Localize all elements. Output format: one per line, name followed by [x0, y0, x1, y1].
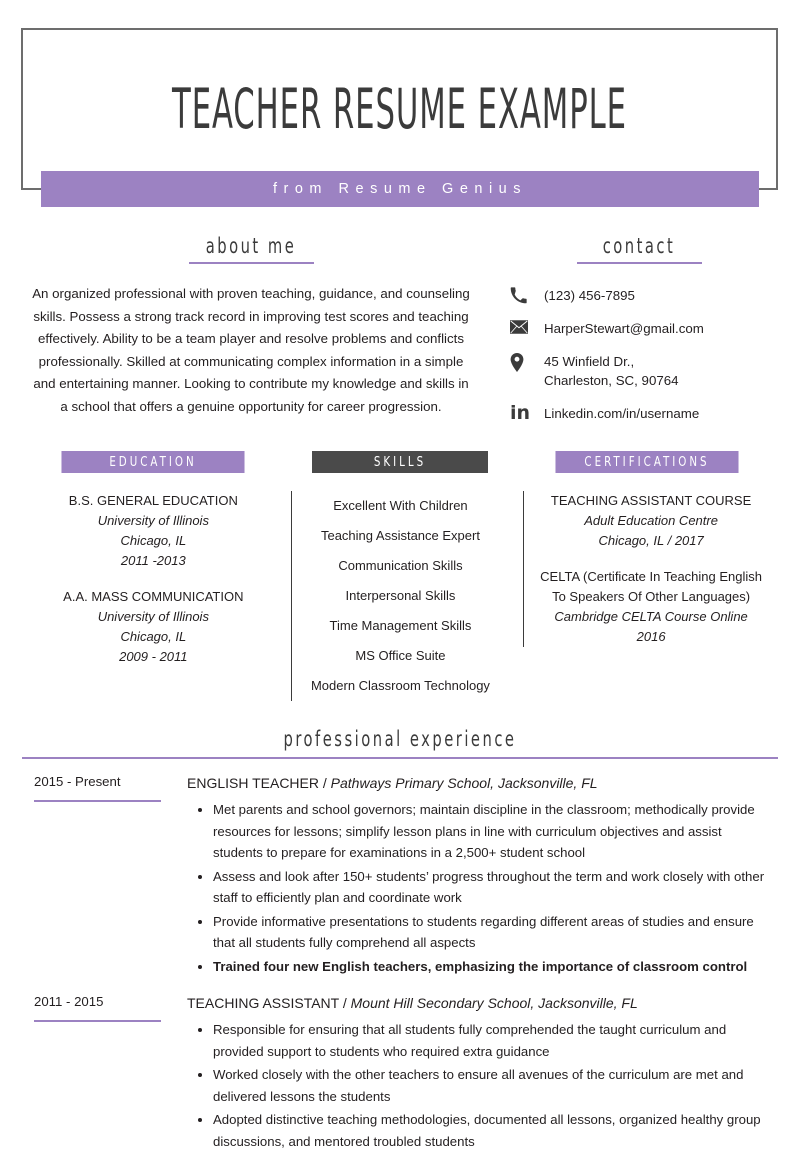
contact-phone-value[interactable]: (123) 456-7895	[544, 286, 635, 305]
education-degree: A.A. MASS COMMUNICATION	[63, 589, 244, 604]
experience-job-title: ENGLISH TEACHER /	[187, 775, 331, 791]
skill-item: Excellent With Children	[333, 498, 468, 513]
experience-job-title: TEACHING ASSISTANT /	[187, 995, 351, 1011]
page-title: TEACHER RESUME EXAMPLE	[172, 77, 627, 141]
about-contact-band: about me An organized professional with …	[0, 212, 800, 423]
education-years: 2011 -2013	[120, 553, 186, 568]
experience-detail-column: TEACHING ASSISTANT / Mount Hill Secondar…	[187, 993, 778, 1154]
experience-bullet: Met parents and school governors; mainta…	[213, 799, 772, 864]
skill-item: Teaching Assistance Expert	[320, 528, 480, 543]
certifications-section: CERTIFICATIONS TEACHING ASSISTANT COURSE…	[523, 451, 770, 701]
source-banner: from Resume Genius	[41, 171, 759, 207]
certification-detail: 2016	[636, 629, 666, 644]
contact-item-email: HarperStewart@gmail.com	[510, 319, 778, 338]
experience-bullet: Adopted distinctive teaching methodologi…	[213, 1109, 772, 1152]
linkedin-icon: in	[510, 402, 531, 424]
education-entries: B.S. GENERAL EDUCATION University of Ill…	[30, 491, 277, 667]
location-pin-icon	[510, 352, 544, 372]
certification-entry: CELTA (Certificate In Teaching English T…	[538, 567, 764, 647]
skill-item: Modern Classroom Technology	[310, 678, 490, 693]
contact-email-value[interactable]: HarperStewart@gmail.com	[544, 319, 704, 338]
experience-heading-rule	[22, 757, 778, 759]
experience-bullet-list: Met parents and school governors; mainta…	[187, 799, 772, 977]
education-years: 2009 - 2011	[119, 649, 188, 664]
education-label: EDUCATION	[61, 451, 245, 473]
skill-item: Communication Skills	[338, 558, 463, 573]
education-section: EDUCATION B.S. GENERAL EDUCATION Univers…	[30, 451, 277, 701]
certification-institution: Adult Education Centre	[584, 513, 718, 528]
education-entry: B.S. GENERAL EDUCATION University of Ill…	[38, 491, 269, 571]
experience-entry: 2015 - Present ENGLISH TEACHER / Pathway…	[22, 773, 778, 979]
education-location: Chicago, IL	[120, 629, 187, 644]
experience-role-line: TEACHING ASSISTANT / Mount Hill Secondar…	[187, 993, 772, 1013]
experience-date: 2015 - Present	[34, 773, 161, 802]
contact-linkedin-value[interactable]: Linkedin.com/in/username	[544, 404, 699, 423]
experience-detail-column: ENGLISH TEACHER / Pathways Primary Schoo…	[187, 773, 778, 979]
about-me-section: about me An organized professional with …	[0, 234, 500, 423]
contact-item-address: 45 Winfield Dr., Charleston, SC, 90764	[510, 352, 778, 390]
contact-address-line2: Charleston, SC, 90764	[544, 373, 679, 388]
experience-bullet: Provide informative presentations to stu…	[213, 911, 772, 954]
envelope-icon	[510, 319, 544, 334]
experience-date-column: 2011 - 2015	[22, 993, 187, 1154]
experience-bullet: Trained four new English teachers, empha…	[213, 956, 772, 978]
contact-heading-rule	[576, 262, 702, 264]
experience-date: 2011 - 2015	[34, 993, 161, 1022]
education-location: Chicago, IL	[120, 533, 187, 548]
certification-detail: Chicago, IL / 2017	[598, 533, 704, 548]
experience-bullet: Worked closely with the other teachers t…	[213, 1064, 772, 1107]
education-entry: A.A. MASS COMMUNICATION University of Il…	[38, 587, 269, 667]
experience-role-line: ENGLISH TEACHER / Pathways Primary Schoo…	[187, 773, 772, 793]
skills-list: Excellent With Children Teaching Assista…	[290, 491, 510, 701]
about-me-heading: about me	[205, 234, 297, 258]
education-skills-certifications-band: EDUCATION B.S. GENERAL EDUCATION Univers…	[0, 451, 800, 701]
contact-address-line1: 45 Winfield Dr.,	[544, 354, 635, 369]
contact-item-linkedin: in Linkedin.com/in/username	[510, 404, 778, 423]
education-degree: B.S. GENERAL EDUCATION	[68, 493, 238, 508]
contact-address-value: 45 Winfield Dr., Charleston, SC, 90764	[544, 352, 679, 390]
experience-organization: Mount Hill Secondary School, Jacksonvill…	[350, 995, 638, 1011]
phone-icon	[510, 286, 544, 304]
contact-list: (123) 456-7895 HarperStewart@gmail.com 4…	[500, 286, 778, 423]
certification-institution: Cambridge CELTA Course Online	[554, 609, 748, 624]
source-banner-label: from Resume Genius	[273, 181, 527, 197]
skill-item: Time Management Skills	[329, 618, 472, 633]
skills-label: SKILLS	[311, 451, 488, 473]
contact-heading: contact	[602, 234, 676, 258]
contact-item-phone: (123) 456-7895	[510, 286, 778, 305]
about-me-text: An organized professional with proven te…	[32, 286, 470, 414]
contact-section: contact (123) 456-7895 HarperStewart@gma…	[500, 234, 800, 423]
certification-name: TEACHING ASSISTANT COURSE	[550, 493, 752, 508]
experience-bullet-list: Responsible for ensuring that all studen…	[187, 1019, 772, 1152]
certifications-label: CERTIFICATIONS	[555, 451, 739, 473]
experience-heading: professional experience	[283, 727, 517, 751]
professional-experience-section: professional experience 2015 - Present E…	[0, 727, 800, 1154]
skill-item: MS Office Suite	[355, 648, 446, 663]
education-school: University of Illinois	[97, 513, 209, 528]
experience-date-column: 2015 - Present	[22, 773, 187, 979]
skill-item: Interpersonal Skills	[345, 588, 456, 603]
certification-name: CELTA (Certificate In Teaching English T…	[540, 569, 763, 604]
certifications-entries: TEACHING ASSISTANT COURSE Adult Educatio…	[523, 491, 770, 647]
certification-entry: TEACHING ASSISTANT COURSE Adult Educatio…	[538, 491, 764, 551]
experience-bullet: Assess and look after 150+ students’ pro…	[213, 866, 772, 909]
experience-organization: Pathways Primary School, Jacksonville, F…	[330, 775, 598, 791]
experience-entry: 2011 - 2015 TEACHING ASSISTANT / Mount H…	[22, 993, 778, 1154]
experience-bullet: Responsible for ensuring that all studen…	[213, 1019, 772, 1062]
skills-section: SKILLS Excellent With Children Teaching …	[277, 451, 524, 701]
resume-header: TEACHER RESUME EXAMPLE from Resume Geniu…	[0, 0, 800, 212]
education-school: University of Illinois	[97, 609, 209, 624]
about-me-heading-rule	[188, 262, 314, 264]
